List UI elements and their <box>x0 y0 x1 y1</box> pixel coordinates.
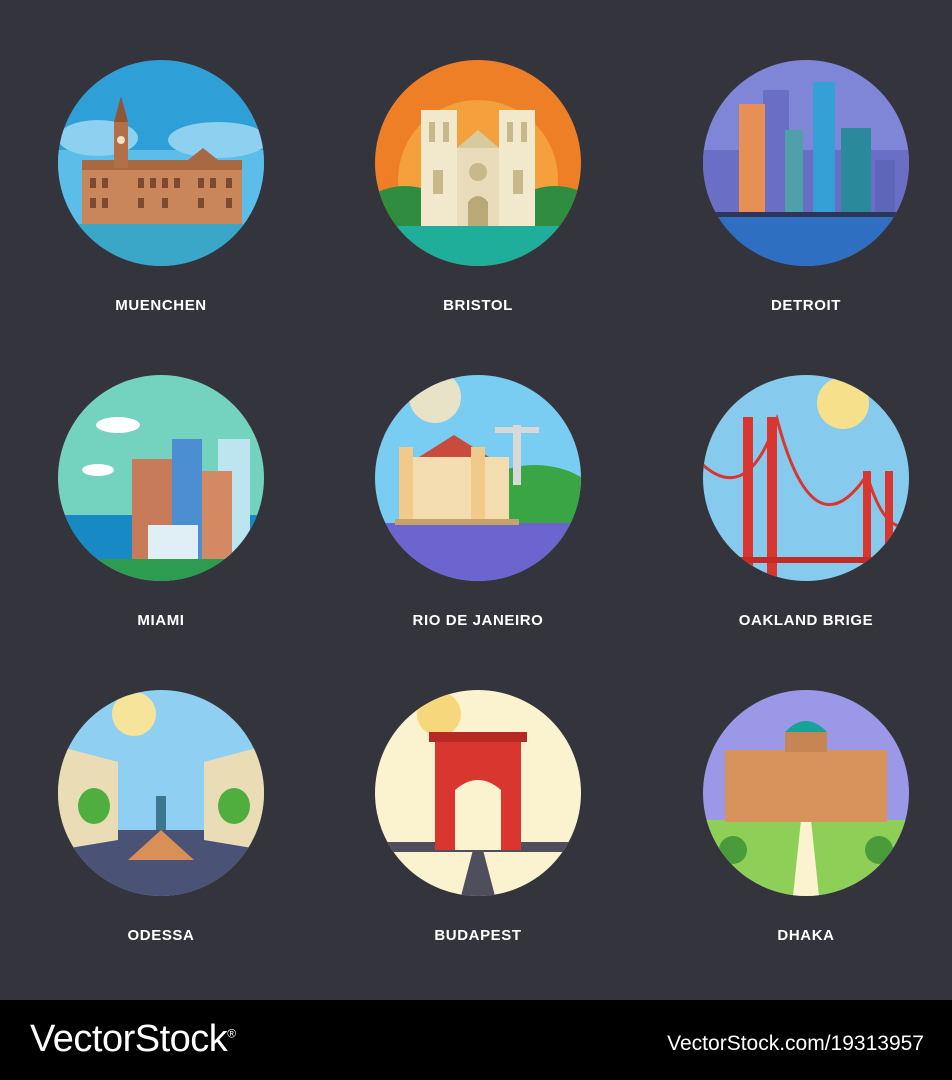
muenchen-city-hall-icon <box>58 60 264 266</box>
city-card-rio-de-janeiro: RIO DE JANEIRO <box>375 375 581 629</box>
city-label: BUDAPEST <box>434 927 522 944</box>
city-label: DHAKA <box>777 927 835 944</box>
city-label: ODESSA <box>127 927 195 944</box>
watermark-footer: VectorStock® VectorStock.com/19313957 <box>0 1000 952 1080</box>
rio-de-janeiro-icon <box>375 375 581 581</box>
dhaka-palace-icon <box>703 690 909 896</box>
budapest-bridge-icon <box>375 690 581 896</box>
city-label: BRISTOL <box>443 297 513 314</box>
image-reference: VectorStock.com/19313957 <box>667 1032 924 1055</box>
city-card-muenchen: MUENCHEN <box>58 60 264 314</box>
bristol-cathedral-icon <box>375 60 581 266</box>
odessa-square-icon <box>58 690 264 896</box>
miami-skyline-icon <box>58 375 264 581</box>
city-card-dhaka: DHAKA <box>703 690 909 944</box>
city-card-oakland-brige: OAKLAND BRIGE <box>703 375 909 629</box>
city-label: DETROIT <box>770 297 842 314</box>
oakland-bridge-icon <box>703 375 909 581</box>
detroit-skyline-icon <box>703 60 909 266</box>
city-card-miami: MIAMI <box>58 375 264 629</box>
city-label: MIAMI <box>137 612 185 629</box>
city-card-detroit: DETROIT <box>703 60 909 314</box>
city-label: OAKLAND BRIGE <box>738 612 874 629</box>
city-card-budapest: BUDAPEST <box>375 690 581 944</box>
city-label: MUENCHEN <box>115 297 207 314</box>
vectorstock-logo: VectorStock® <box>30 1018 236 1060</box>
city-card-odessa: ODESSA <box>58 690 264 944</box>
city-label: RIO DE JANEIRO <box>412 612 544 629</box>
city-card-bristol: BRISTOL <box>375 60 581 314</box>
